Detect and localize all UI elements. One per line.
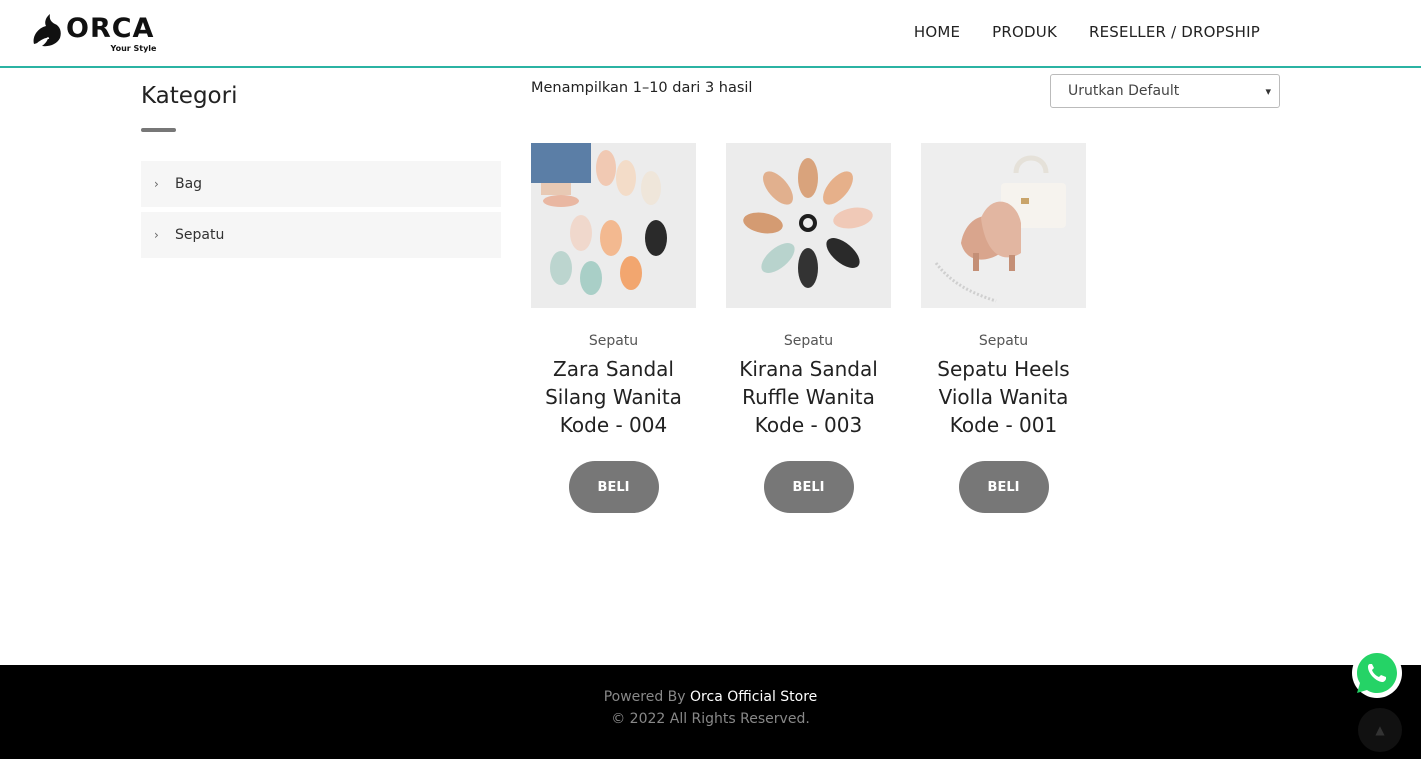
product-grid: Sepatu Zara Sandal Silang Wanita Kode - … — [531, 143, 1086, 513]
product-image[interactable] — [531, 143, 696, 308]
sidebar-item-bag[interactable]: › Bag — [141, 161, 501, 207]
logo-wordmark: ORCA — [66, 13, 155, 44]
powered-by-prefix: Powered By — [603, 689, 686, 705]
sidebar-title: Kategori — [141, 83, 238, 109]
product-card: Sepatu Sepatu Heels Violla Wanita Kode -… — [921, 143, 1086, 513]
sidebar-item-label: Bag — [175, 176, 203, 192]
whatsapp-button[interactable] — [1351, 647, 1403, 699]
buy-button[interactable]: BELI — [763, 461, 854, 513]
site-header: ORCA Your Style HOME PRODUK RESELLER / D… — [0, 0, 1421, 68]
orca-logo-icon — [33, 14, 61, 47]
copyright-text: © 2022 All Rights Reserved. — [611, 711, 810, 727]
site-footer: Powered By Orca Official Store © 2022 Al… — [0, 665, 1421, 759]
whatsapp-icon — [1352, 648, 1402, 698]
product-card: Sepatu Kirana Sandal Ruffle Wanita Kode … — [726, 143, 891, 513]
product-category[interactable]: Sepatu — [726, 333, 891, 349]
category-sidebar: Kategori › Bag › Sepatu — [141, 80, 501, 263]
sort-dropdown[interactable]: Urutkan Default ▾ — [1050, 74, 1280, 108]
main-nav: HOME PRODUK RESELLER / DROPSHIP — [898, 22, 1276, 42]
product-category[interactable]: Sepatu — [921, 333, 1086, 349]
sidebar-item-sepatu[interactable]: › Sepatu — [141, 212, 501, 258]
buy-button[interactable]: BELI — [568, 461, 659, 513]
powered-by: Powered By Orca Official Store — [0, 689, 1421, 705]
sidebar-item-label: Sepatu — [175, 227, 225, 243]
product-title[interactable]: Kirana Sandal Ruffle Wanita Kode - 003 — [726, 355, 891, 439]
nav-reseller-dropship[interactable]: RESELLER / DROPSHIP — [1073, 22, 1276, 42]
back-to-top-button[interactable]: ▲ — [1358, 708, 1402, 752]
product-title[interactable]: Sepatu Heels Violla Wanita Kode - 001 — [921, 355, 1086, 439]
title-underline — [141, 128, 176, 132]
chevron-up-icon: ▲ — [1375, 723, 1385, 737]
product-card: Sepatu Zara Sandal Silang Wanita Kode - … — [531, 143, 696, 513]
product-image[interactable] — [726, 143, 891, 308]
logo-tagline: Your Style — [110, 44, 157, 53]
result-count: Menampilkan 1–10 dari 3 hasil — [531, 80, 753, 96]
product-title[interactable]: Zara Sandal Silang Wanita Kode - 004 — [531, 355, 696, 439]
chevron-down-icon: ▾ — [1265, 84, 1271, 98]
chevron-right-icon: › — [154, 228, 159, 242]
brand-logo[interactable]: ORCA Your Style — [30, 12, 156, 53]
powered-by-brand-link[interactable]: Orca Official Store — [690, 689, 817, 705]
product-image[interactable] — [921, 143, 1086, 308]
buy-button[interactable]: BELI — [958, 461, 1049, 513]
product-category[interactable]: Sepatu — [531, 333, 696, 349]
sort-selected-value: Urutkan Default — [1068, 83, 1180, 99]
nav-home[interactable]: HOME — [898, 22, 976, 42]
nav-produk[interactable]: PRODUK — [976, 22, 1073, 42]
chevron-right-icon: › — [154, 177, 159, 191]
